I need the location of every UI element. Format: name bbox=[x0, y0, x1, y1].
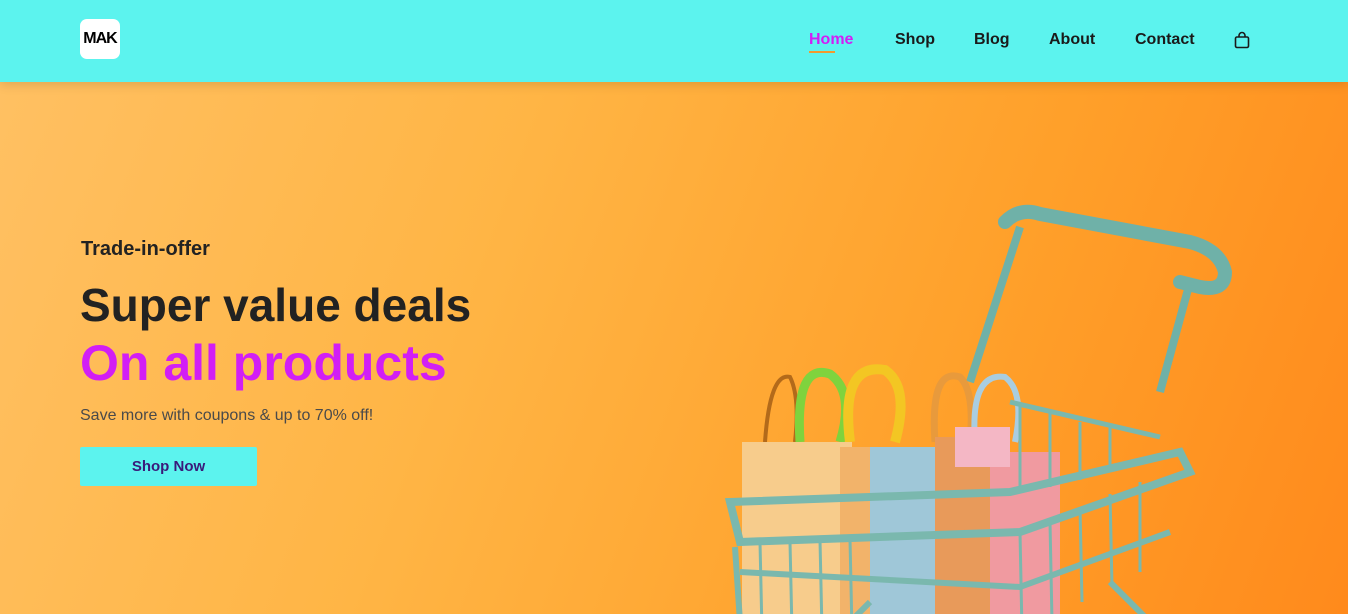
site-header: MAK Home Shop Blog About Contact bbox=[0, 0, 1348, 82]
nav-item-home-label: Home bbox=[809, 31, 854, 48]
shopping-cart-illustration bbox=[724, 204, 1233, 614]
hero-headline: Super value deals bbox=[80, 279, 472, 331]
hero-description: Save more with coupons & up to 70% off! bbox=[80, 407, 374, 424]
nav-item-contact[interactable]: Contact bbox=[1135, 30, 1195, 50]
hero-subheadline: On all products bbox=[80, 335, 447, 391]
nav-item-home[interactable]: Home bbox=[809, 30, 854, 53]
active-nav-underline bbox=[809, 51, 836, 53]
main-nav: Home Shop Blog About Contact bbox=[0, 0, 1348, 82]
nav-item-shop[interactable]: Shop bbox=[895, 30, 935, 50]
shop-now-button[interactable]: Shop Now bbox=[80, 447, 257, 486]
hero-eyebrow: Trade-in-offer bbox=[81, 238, 210, 260]
shopping-bag-icon[interactable] bbox=[1234, 31, 1250, 49]
nav-item-blog[interactable]: Blog bbox=[974, 30, 1010, 50]
hero-banner: Trade-in-offer Super value deals On all … bbox=[0, 82, 1348, 614]
nav-item-about[interactable]: About bbox=[1049, 30, 1095, 50]
